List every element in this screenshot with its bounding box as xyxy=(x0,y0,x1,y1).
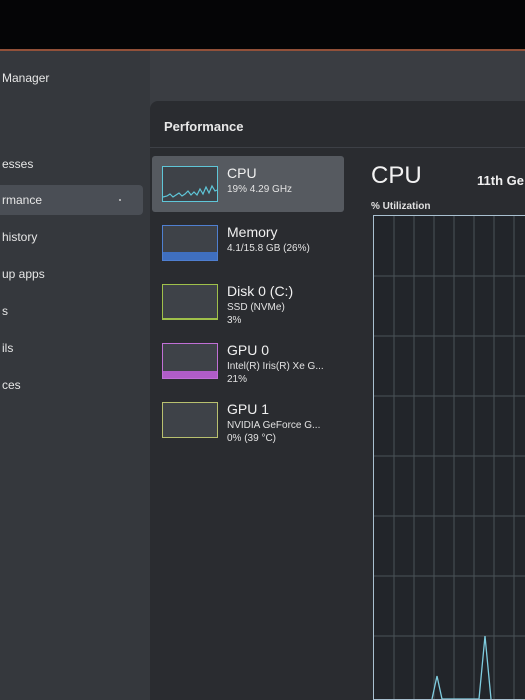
cpu-speed: 4.29 GHz xyxy=(249,184,293,195)
app-title: Manager xyxy=(2,71,50,85)
sidebar-item-label: s xyxy=(2,304,8,318)
gpu0-mini-graph xyxy=(162,343,218,379)
page-title: Performance xyxy=(164,119,244,134)
screen-bezel xyxy=(0,0,525,50)
sidebar-item-users[interactable]: s xyxy=(0,296,143,326)
device-tile-disk[interactable]: Disk 0 (C:) SSD (NVMe) 3% xyxy=(152,274,344,330)
task-manager-window: Manager esses rmance history up apps s i… xyxy=(0,51,525,700)
performance-panel: Performance CPU 19% 4.29 GHz Memory 4.1/… xyxy=(150,101,525,700)
device-name: CPU xyxy=(227,165,257,181)
device-tile-cpu[interactable]: CPU 19% 4.29 GHz xyxy=(152,156,344,212)
sidebar-item-label: rmance xyxy=(2,193,43,207)
memory-fill xyxy=(163,252,217,260)
device-name: Memory xyxy=(227,224,278,240)
sidebar-item-label: ils xyxy=(2,341,14,355)
disk-fill xyxy=(163,318,217,319)
sidebar-item-label: ces xyxy=(2,378,21,392)
sidebar-item-app-history[interactable]: history xyxy=(0,222,143,252)
disk-mini-graph xyxy=(162,284,218,320)
gpu1-utilization: 0% (39 °C) xyxy=(227,433,277,444)
gpu0-fill xyxy=(163,371,217,378)
cpu-graph-svg xyxy=(374,216,525,699)
sidebar-item-processes[interactable]: esses xyxy=(0,149,143,179)
cpu-detail-pane: CPU 11th Ge % Utilization xyxy=(345,156,525,700)
disk-type: SSD (NVMe) xyxy=(227,302,285,313)
device-tile-memory[interactable]: Memory 4.1/15.8 GB (26%) xyxy=(152,215,344,271)
sidebar-item-startup-apps[interactable]: up apps xyxy=(0,259,143,289)
device-name: GPU 0 xyxy=(227,342,270,358)
sidebar-item-label: esses xyxy=(2,157,34,171)
cpu-utilization-graph xyxy=(373,215,525,700)
sidebar-item-label: up apps xyxy=(2,267,45,281)
memory-mini-graph xyxy=(162,225,218,261)
device-tile-gpu1[interactable]: GPU 1 NVIDIA GeForce G... 0% (39 °C) xyxy=(152,392,344,448)
device-name: Disk 0 (C:) xyxy=(227,283,294,299)
sidebar-item-performance[interactable]: rmance xyxy=(0,185,143,215)
gpu0-utilization: 21% xyxy=(227,374,248,385)
device-list: CPU 19% 4.29 GHz Memory 4.1/15.8 GB (26%… xyxy=(150,156,345,700)
sidebar-item-label: history xyxy=(2,230,38,244)
gpu1-mini-graph xyxy=(162,402,218,438)
device-tile-gpu0[interactable]: GPU 0 Intel(R) Iris(R) Xe G... 21% xyxy=(152,333,344,389)
sidebar-item-services[interactable]: ces xyxy=(0,370,143,400)
gpu1-model: NVIDIA GeForce G... xyxy=(227,420,321,431)
cpu-model-name: 11th Ge xyxy=(477,173,524,188)
device-stats: 19% 4.29 GHz xyxy=(227,184,292,195)
sidebar-item-details[interactable]: ils xyxy=(0,333,143,363)
gpu0-model: Intel(R) Iris(R) Xe G... xyxy=(227,361,324,372)
divider xyxy=(150,147,525,148)
memory-usage: 4.1/15.8 GB (26%) xyxy=(227,243,310,254)
sidebar: Manager esses rmance history up apps s i… xyxy=(0,51,150,700)
detail-title: CPU xyxy=(371,162,422,189)
selection-indicator xyxy=(119,199,121,201)
disk-utilization: 3% xyxy=(227,315,242,326)
cpu-sparkline xyxy=(163,184,217,198)
device-name: GPU 1 xyxy=(227,401,270,417)
utilization-label: % Utilization xyxy=(371,201,431,212)
cpu-utilization: 19% xyxy=(227,184,248,195)
cpu-mini-graph xyxy=(162,166,218,202)
